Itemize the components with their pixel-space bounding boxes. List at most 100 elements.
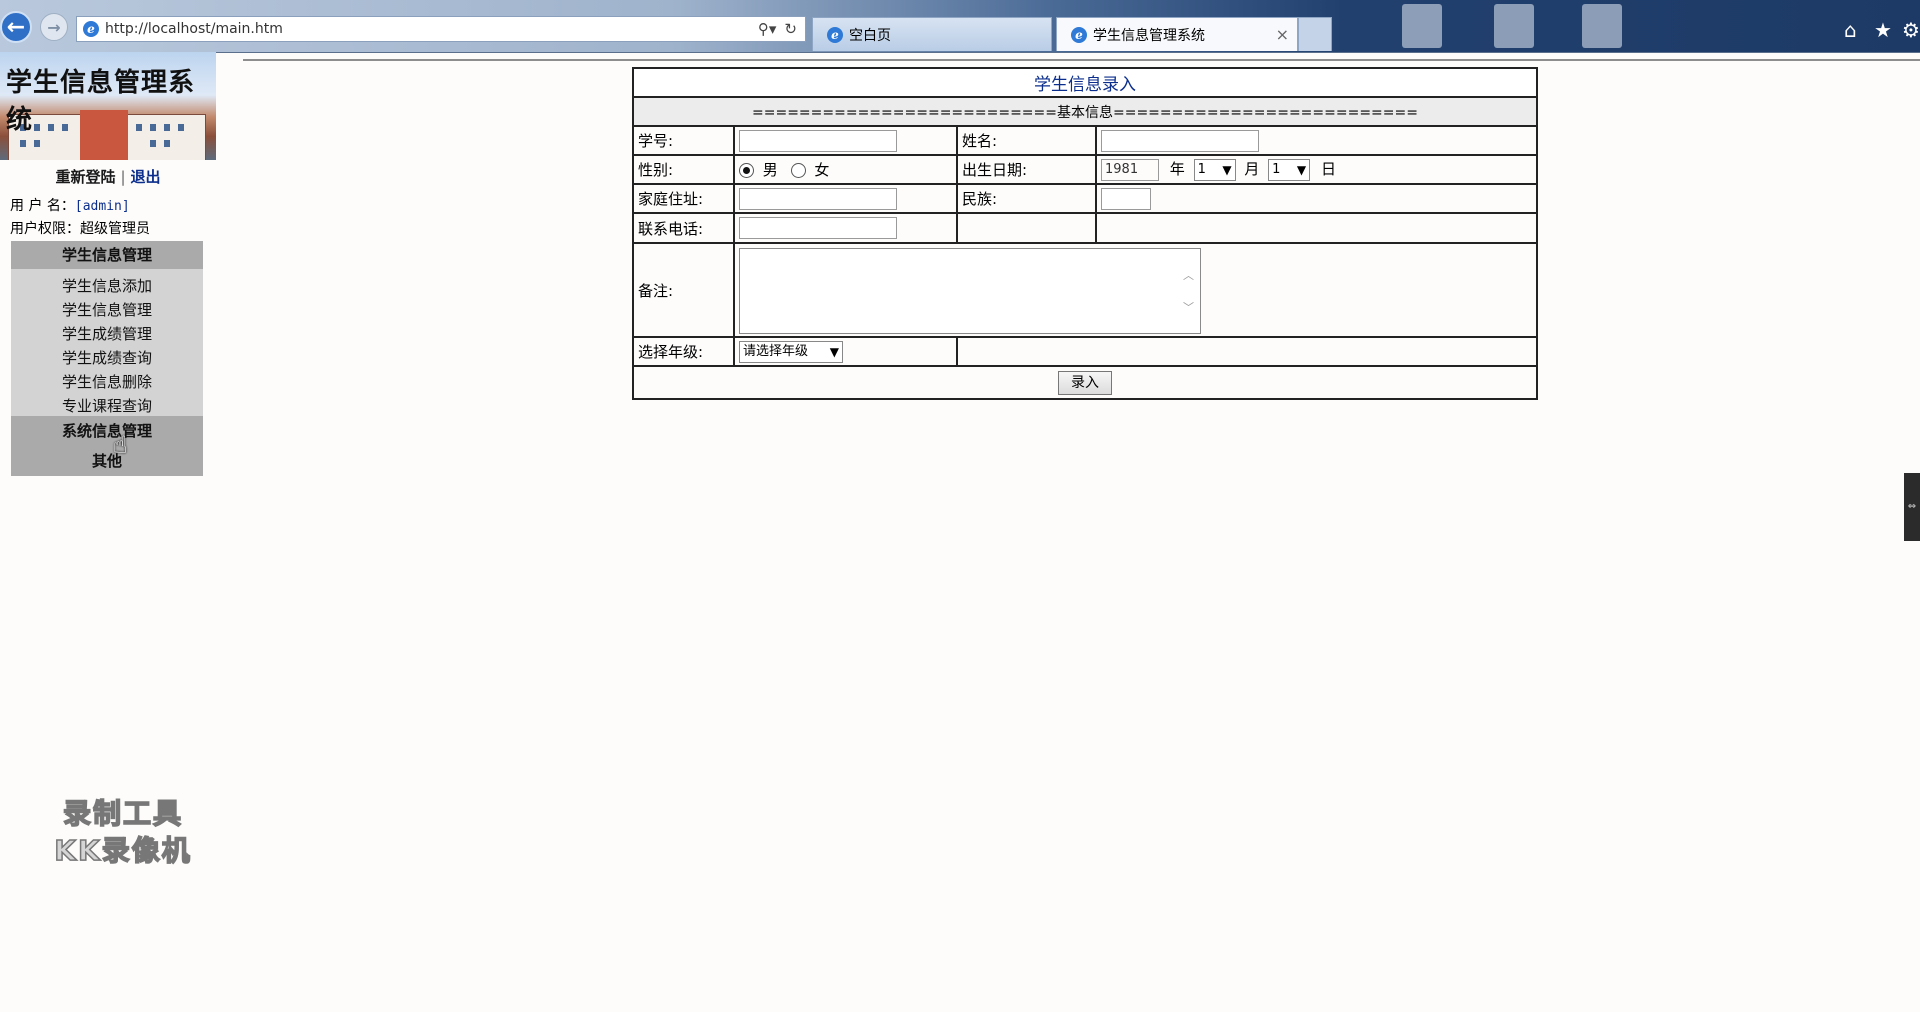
birth-month-value: 1 <box>1197 161 1206 177</box>
recorder-watermark: 录制工具 KK录像机 <box>38 795 208 869</box>
ie-page-icon: e <box>83 21 99 37</box>
watermark-line: 录制工具 <box>62 796 183 831</box>
hand-cursor-icon: ☝ <box>113 431 128 459</box>
phone-input[interactable] <box>739 217 897 239</box>
tab-student-system[interactable]: e 学生信息管理系统 × <box>1056 17 1298 51</box>
system-banner: 学生信息管理系统 <box>0 52 216 160</box>
birth-day-value: 1 <box>1272 161 1281 177</box>
menu-header-student-info[interactable]: 学生信息管理 <box>11 241 203 269</box>
tab-blank-page[interactable]: e 空白页 <box>812 17 1052 51</box>
address-bar[interactable]: e http://localhost/main.htm ⚲▾ ↻ <box>76 16 806 42</box>
tab-label: 空白页 <box>849 27 891 44</box>
chevron-down-icon: ▼ <box>1296 162 1307 177</box>
remark-label: 备注: <box>632 242 735 338</box>
remark-textarea[interactable]: ︿ ﹀ <box>739 248 1201 334</box>
student-id-label: 学号: <box>632 125 735 156</box>
system-menu-group: 系统信息管理 其他 <box>11 416 203 476</box>
close-tab-icon[interactable]: × <box>1276 25 1289 44</box>
home-icon[interactable]: ⌂ <box>1844 18 1857 42</box>
user-name-value: [admin] <box>74 199 130 214</box>
address-cell <box>733 183 958 214</box>
birth-date-cell: 1981 年 1 ▼ 月 1 ▼ 日 <box>1095 154 1538 185</box>
menu-item-add-student[interactable]: 学生信息添加 <box>11 274 203 298</box>
remark-cell: ︿ ﹀ <box>733 242 1538 338</box>
menu-item-query-scores[interactable]: 学生成绩查询 <box>11 346 203 370</box>
favorites-star-icon[interactable]: ★ <box>1874 18 1892 42</box>
empty-cell <box>956 336 1538 367</box>
tab-label: 学生信息管理系统 <box>1093 27 1205 44</box>
scroll-down-icon[interactable]: ﹀ <box>1183 299 1194 315</box>
menu-item-manage-student[interactable]: 学生信息管理 <box>11 298 203 322</box>
url-text[interactable]: http://localhost/main.htm <box>105 21 758 37</box>
year-unit: 年 <box>1169 160 1185 179</box>
gender-male-radio[interactable] <box>739 163 754 178</box>
birth-date-label: 出生日期: <box>956 154 1097 185</box>
browser-chrome: ← → e http://localhost/main.htm ⚲▾ ↻ e 空… <box>0 0 1920 53</box>
banner-title: 学生信息管理系统 <box>6 68 196 135</box>
ie-tab-icon: e <box>1071 26 1087 43</box>
settings-gear-icon[interactable]: ⚙ <box>1902 18 1920 42</box>
ie-tab-icon: e <box>827 26 843 43</box>
address-label: 家庭住址: <box>632 183 735 214</box>
menu-item-query-courses[interactable]: 专业课程查询 <box>11 394 203 418</box>
menu-item-other[interactable]: 其他 <box>11 446 203 476</box>
desktop-file-icon <box>1402 4 1442 48</box>
chevron-down-icon: ▼ <box>1222 162 1232 177</box>
student-id-cell <box>733 125 958 156</box>
desktop-file-icon <box>1494 4 1534 48</box>
new-tab-button[interactable] <box>1298 17 1332 51</box>
relogin-link[interactable]: 重新登陆 <box>55 168 115 186</box>
user-role-label: 用户权限： <box>10 221 80 237</box>
month-unit: 月 <box>1244 160 1260 179</box>
ethnicity-input[interactable] <box>1101 187 1151 210</box>
user-name-line: 用 户 名：[admin] <box>10 195 130 215</box>
grade-selected-value: 请选择年级 <box>743 343 809 359</box>
name-cell <box>1095 125 1538 156</box>
sidebar-menu: 学生信息管理 学生信息添加 学生信息管理 学生成绩管理 学生成绩查询 学生信息删… <box>11 241 203 476</box>
grade-select[interactable]: 请选择年级 ▼ <box>739 340 843 363</box>
user-role-line: 用户权限：超级管理员 <box>10 218 150 238</box>
gender-female-label: 女 <box>814 161 830 179</box>
student-entry-form: 学生信息录入 ==========================基本信息===… <box>632 67 1538 400</box>
logout-link[interactable]: 退出 <box>131 168 161 186</box>
grade-cell: 请选择年级 ▼ <box>733 336 958 367</box>
grade-label: 选择年级: <box>632 336 735 367</box>
chevron-down-icon: ▼ <box>829 344 839 359</box>
menu-item-system-info[interactable]: 系统信息管理 <box>11 416 203 446</box>
birth-year-input[interactable]: 1981 <box>1101 158 1159 181</box>
birth-day-select[interactable]: 1 ▼ <box>1268 158 1311 181</box>
day-unit: 日 <box>1320 160 1336 179</box>
gender-cell: 男 女 <box>733 154 958 185</box>
menu-item-manage-scores[interactable]: 学生成绩管理 <box>11 322 203 346</box>
empty-cell <box>956 212 1097 244</box>
search-icon[interactable]: ⚲▾ <box>758 20 777 38</box>
back-button[interactable]: ← <box>0 11 32 43</box>
login-links: 重新登陆 | 退出 <box>55 168 161 186</box>
ethnicity-label: 民族: <box>956 183 1097 214</box>
forward-button[interactable]: → <box>40 13 68 41</box>
watermark-line: KK录像机 <box>54 833 192 868</box>
user-name-label: 用 户 名： <box>10 198 75 214</box>
birth-month-select[interactable]: 1 ▼ <box>1193 158 1236 181</box>
student-id-input[interactable] <box>739 129 897 152</box>
menu-item-delete-student[interactable]: 学生信息删除 <box>11 370 203 394</box>
name-label: 姓名: <box>956 125 1097 156</box>
side-panel-handle[interactable]: ⇔ <box>1904 473 1920 541</box>
phone-cell <box>733 212 958 244</box>
gender-female-radio[interactable] <box>790 163 806 178</box>
form-title: 学生信息录入 <box>632 67 1538 98</box>
empty-cell <box>1095 212 1538 244</box>
forward-arrow-icon: → <box>47 17 61 37</box>
submit-row: 录入 <box>632 365 1538 400</box>
submit-button[interactable]: 录入 <box>1058 370 1112 395</box>
top-divider <box>243 59 1920 61</box>
address-input[interactable] <box>739 187 897 210</box>
back-arrow-icon: ← <box>6 14 26 40</box>
scroll-up-icon[interactable]: ︿ <box>1183 267 1194 283</box>
refresh-icon[interactable]: ↻ <box>784 20 797 38</box>
name-input[interactable] <box>1101 129 1259 152</box>
gender-male-label: 男 <box>762 161 778 179</box>
desktop-file-icon <box>1582 4 1622 48</box>
user-role-value: 超级管理员 <box>80 221 150 237</box>
section-header: ==========================基本信息==========… <box>632 96 1538 127</box>
